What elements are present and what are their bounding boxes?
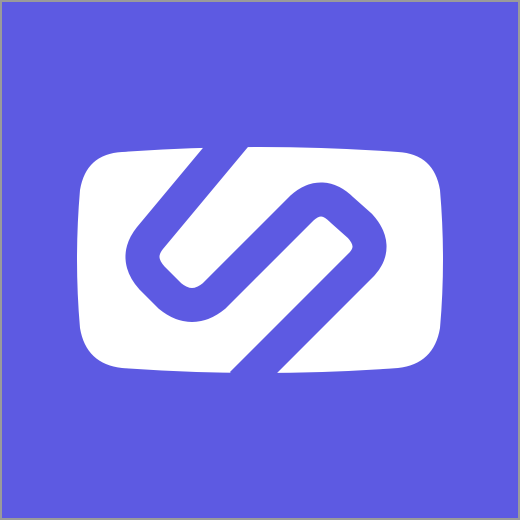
plate-shape	[77, 147, 443, 373]
s-loop-logo-icon	[77, 147, 443, 373]
app-icon-tile	[0, 0, 520, 520]
